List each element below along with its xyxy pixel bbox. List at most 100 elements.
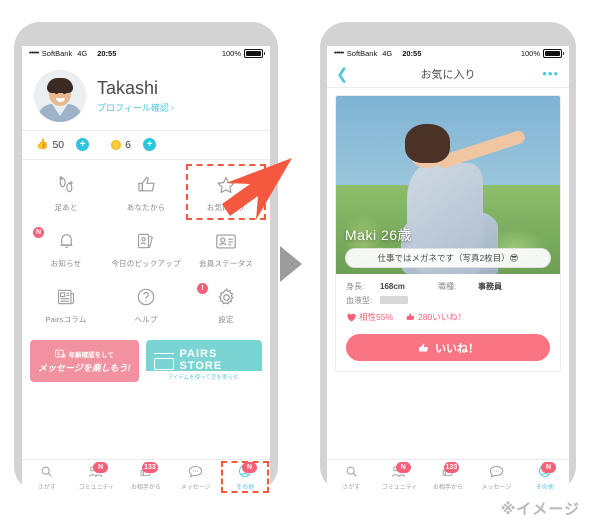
- tab-search[interactable]: さがす: [22, 460, 72, 494]
- coins-stat: 6: [111, 139, 131, 151]
- match-row: 相性55% 280いいね！: [346, 311, 550, 323]
- chevron-left-icon[interactable]: ❮: [336, 67, 349, 82]
- bell-icon: [53, 229, 79, 253]
- tab-label: メッセージ: [180, 484, 211, 491]
- age-verification-line1: 年齢確認をして: [54, 349, 114, 359]
- profile-info: 身長: 168cm 職種: 事務員 血液型: 相性55% 280いいね！: [336, 274, 560, 327]
- profile-text: Takashi プロフィール確認 ›: [97, 78, 174, 115]
- coins-count: 6: [125, 138, 131, 151]
- like-button[interactable]: いいね！: [346, 334, 550, 361]
- settings-badge: !: [197, 283, 208, 294]
- other-badge: N: [241, 462, 257, 473]
- tab-other[interactable]: N その他: [220, 460, 270, 494]
- signal-dots-icon: •••••: [29, 50, 39, 57]
- star-icon: [213, 173, 239, 197]
- menu-item-label: 足あと: [54, 203, 78, 212]
- age-verification-line2: メッセージを楽しもう!: [37, 362, 131, 373]
- tab-other[interactable]: N その他: [521, 460, 569, 494]
- partner-badge: 133: [142, 462, 158, 473]
- thumbs-up-icon: [406, 313, 415, 320]
- profile-photo[interactable]: Maki 26歳 仕事ではメガネです（写真2枚目）😎: [336, 96, 560, 274]
- profile-header[interactable]: Takashi プロフィール確認 ›: [22, 61, 270, 130]
- tab-label: コミュニティ: [381, 484, 418, 491]
- menu-item-column[interactable]: Pairsコラム: [26, 276, 106, 332]
- tab-label: さがす: [342, 484, 361, 491]
- tab-label: その他: [535, 484, 554, 491]
- store-title: PAIRS STORE: [180, 349, 223, 372]
- other-badge: N: [541, 462, 557, 473]
- tab-from-partner[interactable]: 133 お相手から: [424, 460, 472, 494]
- info-key: 職種:: [438, 282, 457, 291]
- network-label: 4G: [77, 49, 88, 58]
- chat-icon: [489, 464, 504, 479]
- nav-bar: ❮ お気に入り •••: [327, 61, 569, 88]
- menu-item-settings[interactable]: ! 設定: [186, 276, 266, 332]
- thumbs-up-icon: [133, 173, 159, 197]
- add-likes-button[interactable]: +: [76, 138, 90, 151]
- tab-search[interactable]: さがす: [327, 460, 375, 494]
- notification-badge: N: [33, 227, 44, 238]
- heart-icon: [347, 313, 356, 322]
- menu-item-favorites[interactable]: お気に入り: [186, 164, 266, 220]
- menu-item-help[interactable]: ヘルプ: [106, 276, 186, 332]
- profile-card[interactable]: Maki 26歳 仕事ではメガネです（写真2枚目）😎 身長: 168cm 職種:…: [335, 95, 561, 372]
- profile-name: Maki 26歳: [345, 227, 413, 243]
- likes-stat: 👍 50: [36, 139, 64, 151]
- info-value: 事務員: [478, 282, 502, 291]
- age-verification-banner[interactable]: 年齢確認をして メッセージを楽しもう!: [30, 340, 139, 382]
- tab-label: メッセージ: [481, 484, 512, 491]
- newspaper-icon: [53, 285, 79, 309]
- avatar[interactable]: [34, 70, 86, 122]
- info-value: 168cm: [380, 282, 405, 291]
- screenshot-root: ••••• SoftBank 4G 20:55 100% Takashi プロフ…: [0, 0, 590, 527]
- tab-community[interactable]: N コミュニティ: [72, 460, 122, 494]
- tab-messages[interactable]: メッセージ: [171, 460, 221, 494]
- pairs-store-banner[interactable]: PAIRS STORE アイテムを使って恋を実らせ.: [145, 340, 262, 382]
- profile-comment: 仕事ではメガネです（写真2枚目）😎: [345, 248, 551, 268]
- battery-percent-label: 100%: [520, 49, 540, 58]
- gear-icon: [213, 285, 239, 309]
- search-icon: [345, 464, 358, 479]
- tab-messages[interactable]: メッセージ: [472, 460, 520, 494]
- menu-item-pickup[interactable]: 今日のピックアップ: [106, 220, 186, 276]
- community-badge: N: [93, 462, 109, 473]
- menu-item-footprints[interactable]: 足あと: [26, 164, 106, 220]
- match-label: 相性55%: [359, 312, 394, 322]
- left-phone-screen: ••••• SoftBank 4G 20:55 100% Takashi プロフ…: [22, 46, 270, 494]
- partner-badge: 133: [443, 462, 460, 473]
- left-phone-frame: ••••• SoftBank 4G 20:55 100% Takashi プロフ…: [14, 22, 278, 494]
- info-value-redacted: [380, 295, 438, 306]
- profile-check-link[interactable]: プロフィール確認 ›: [97, 101, 174, 114]
- id-badge-icon: [54, 349, 66, 358]
- menu-item-label: 今日のピックアップ: [111, 259, 181, 268]
- menu-item-label: Pairsコラム: [45, 315, 87, 324]
- flow-arrow-right: [280, 246, 302, 282]
- footprints-icon: [53, 173, 79, 197]
- promo-banners: 年齢確認をして メッセージを楽しもう! PAIRS STORE アイテムを使って…: [22, 334, 270, 387]
- chat-icon: [188, 464, 203, 479]
- store-line1: PAIRS: [179, 348, 218, 361]
- likes-count: 50: [52, 138, 65, 151]
- menu-item-label: お知らせ: [50, 259, 82, 268]
- menu-item-label: ヘルプ: [134, 315, 158, 324]
- status-bar-left: ••••• SoftBank 4G 20:55 100%: [22, 46, 270, 61]
- store-subtitle: アイテムを使って恋を実らせ.: [145, 371, 262, 382]
- menu-item-member-status[interactable]: 会員ステータス: [186, 220, 266, 276]
- info-key: 血液型:: [346, 296, 373, 305]
- tab-bar-right: さがす N コミュニティ 133 お相手から メッセージ N その他: [327, 459, 569, 494]
- info-row: 身長: 168cm 職種: 事務員: [346, 281, 550, 292]
- tab-label: コミュニティ: [78, 484, 115, 491]
- right-phone-frame: ••••• SoftBank 4G 20:55 100% ❮ お気に入り •••: [320, 22, 576, 494]
- more-dots-icon[interactable]: •••: [542, 67, 559, 80]
- menu-item-from-you[interactable]: あなたから: [106, 164, 186, 220]
- clock-label: 20:55: [402, 49, 422, 58]
- storefront-icon: [153, 352, 174, 370]
- menu-item-label: お気に入り: [206, 203, 246, 212]
- status-right: 100%: [222, 48, 265, 59]
- profile-check-label: プロフィール確認: [97, 103, 169, 114]
- add-coins-button[interactable]: +: [142, 138, 156, 151]
- tab-from-partner[interactable]: 133 お相手から: [121, 460, 171, 494]
- tab-community[interactable]: N コミュニティ: [375, 460, 423, 494]
- menu-item-notifications[interactable]: N お知らせ: [26, 220, 106, 276]
- tab-label: さがす: [37, 484, 56, 491]
